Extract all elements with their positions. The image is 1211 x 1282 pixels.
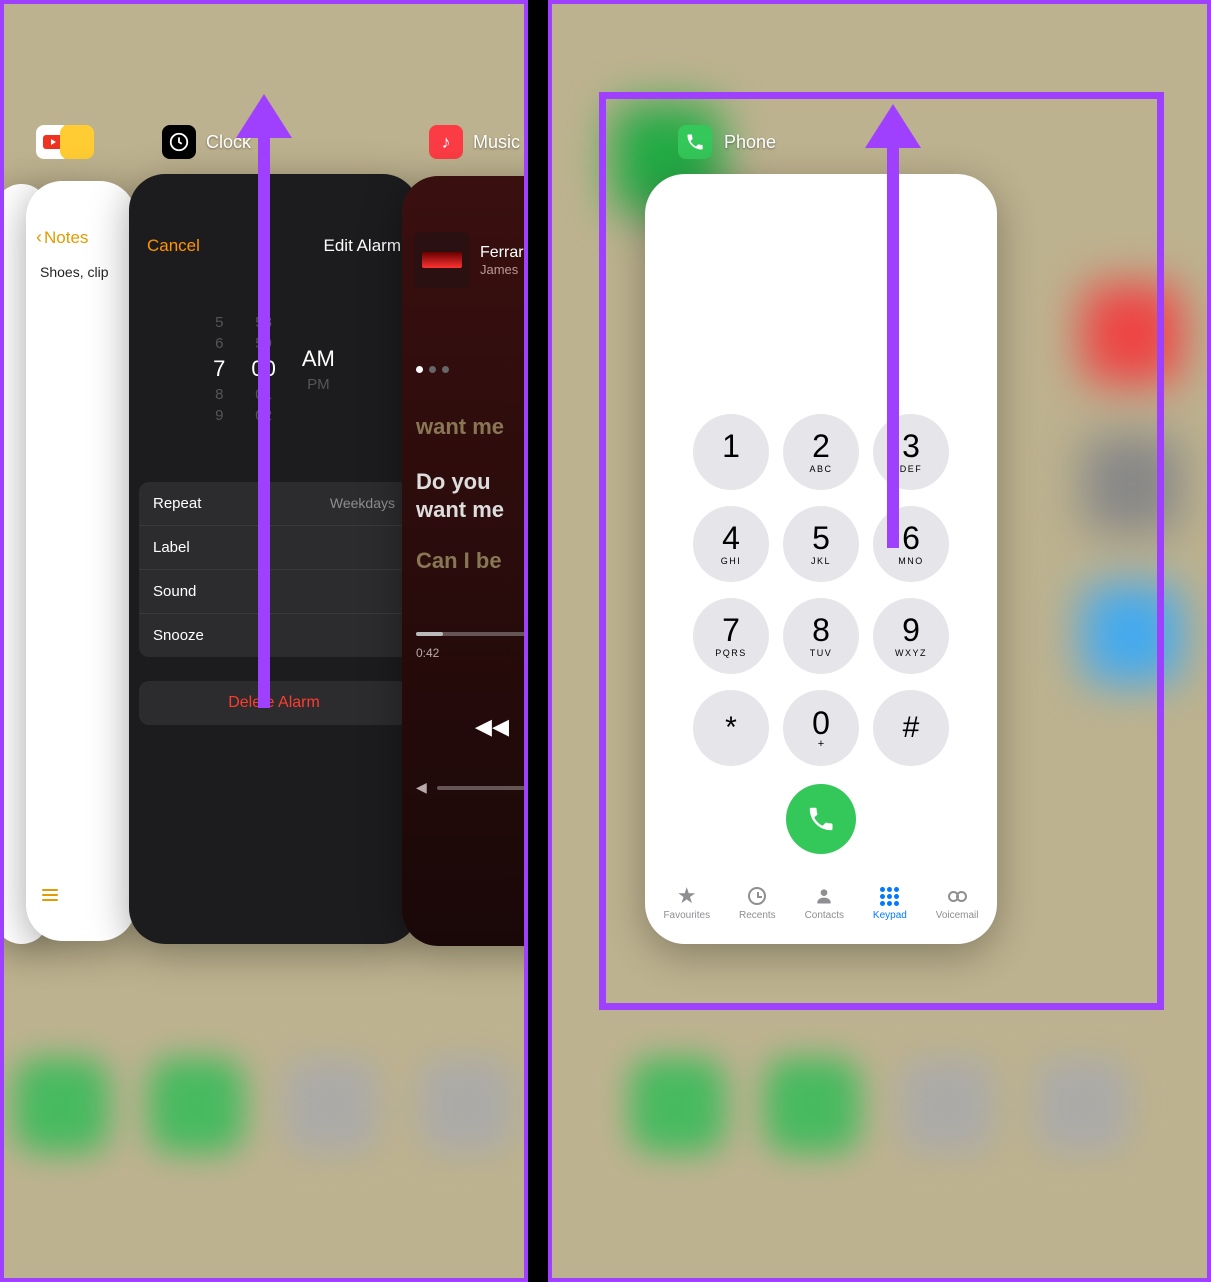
star-icon: ★ [675, 884, 699, 908]
alarm-settings-list: RepeatWeekdays Label Sound Snooze [139, 482, 409, 657]
row-repeat[interactable]: RepeatWeekdays [139, 482, 409, 526]
app-label-notes [36, 125, 94, 159]
notes-body-text: Shoes, clip [26, 258, 136, 286]
app-name-music: Music [473, 132, 520, 153]
app-label-music: ♪ Music [429, 125, 520, 159]
row-label[interactable]: Label [139, 526, 409, 570]
track-artist: James [480, 262, 527, 277]
app-card-music[interactable]: Ferrari James want me Do you want me Can… [402, 176, 528, 946]
tab-recents[interactable]: Recents [739, 884, 776, 921]
key-3[interactable]: 3DEF [873, 414, 949, 490]
key-star[interactable]: * [693, 690, 769, 766]
keypad-icon [878, 884, 902, 908]
tab-contacts[interactable]: Contacts [805, 884, 844, 921]
clock-cancel-button[interactable]: Cancel [147, 236, 200, 256]
screenshot-right: Phone 1 2ABC 3DEF 4GHI 5JKL 6MNO 7PQRS 8… [548, 0, 1211, 1282]
app-name-phone: Phone [724, 132, 776, 153]
clock-icon [162, 125, 196, 159]
clock-icon [745, 884, 769, 908]
app-label-phone: Phone [678, 125, 776, 159]
screenshot-left: ‹ Notes Shoes, clip Clock Cancel EEdit A… [0, 0, 528, 1282]
notes-icon [60, 125, 94, 159]
key-0[interactable]: 0+ [783, 690, 859, 766]
delete-alarm-button[interactable]: Delete Alarm [139, 681, 409, 725]
key-2[interactable]: 2ABC [783, 414, 859, 490]
key-5[interactable]: 5JKL [783, 506, 859, 582]
row-sound[interactable]: Sound [139, 570, 409, 614]
notes-back-label: Notes [44, 228, 88, 248]
key-8[interactable]: 8TUV [783, 598, 859, 674]
app-card-phone[interactable]: 1 2ABC 3DEF 4GHI 5JKL 6MNO 7PQRS 8TUV 9W… [645, 174, 997, 944]
person-icon [812, 884, 836, 908]
progress-slider[interactable] [416, 632, 528, 636]
key-4[interactable]: 4GHI [693, 506, 769, 582]
volume-slider[interactable]: ◀ [416, 779, 528, 796]
key-hash[interactable]: # [873, 690, 949, 766]
app-label-clock: Clock [162, 125, 251, 159]
time-picker[interactable]: 5 6 7 8 9 58 59 00 01 02 AM PM [129, 284, 419, 454]
voicemail-icon [945, 884, 969, 908]
app-card-clock[interactable]: Cancel EEdit Alarm 5 6 7 8 9 58 59 00 01… [129, 174, 419, 944]
album-art [414, 232, 470, 288]
lyrics: want me Do you want me Can I be [402, 413, 528, 575]
phone-icon [678, 125, 712, 159]
key-9[interactable]: 9WXYZ [873, 598, 949, 674]
key-7[interactable]: 7PQRS [693, 598, 769, 674]
page-dots [416, 366, 528, 373]
tab-keypad[interactable]: Keypad [873, 884, 907, 921]
key-6[interactable]: 6MNO [873, 506, 949, 582]
app-name-clock: Clock [206, 132, 251, 153]
track-title: Ferrari [480, 244, 527, 262]
rewind-icon[interactable]: ◂◂ [475, 706, 509, 746]
dock-blur-right [552, 1058, 1207, 1258]
clock-title: EEdit Alarm [312, 236, 401, 256]
elapsed-time: 0:42 [416, 646, 439, 660]
app-card-notes[interactable]: ‹ Notes Shoes, clip [26, 181, 136, 941]
music-icon: ♪ [429, 125, 463, 159]
panel-divider [528, 0, 548, 1282]
key-1[interactable]: 1 [693, 414, 769, 490]
tab-bar: ★ Favourites Recents Contacts Keypad [645, 872, 997, 944]
dial-button[interactable] [786, 784, 856, 854]
app-switcher[interactable]: ‹ Notes Shoes, clip Clock Cancel EEdit A… [4, 4, 524, 1278]
tab-voicemail[interactable]: Voicemail [936, 884, 979, 921]
row-snooze[interactable]: Snooze [139, 614, 409, 657]
notes-back-button[interactable]: ‹ Notes [26, 181, 136, 258]
notes-toolbar [42, 889, 58, 901]
volume-low-icon: ◀ [416, 779, 427, 796]
keypad: 1 2ABC 3DEF 4GHI 5JKL 6MNO 7PQRS 8TUV 9W… [693, 414, 949, 766]
tab-favourites[interactable]: ★ Favourites [663, 884, 710, 921]
